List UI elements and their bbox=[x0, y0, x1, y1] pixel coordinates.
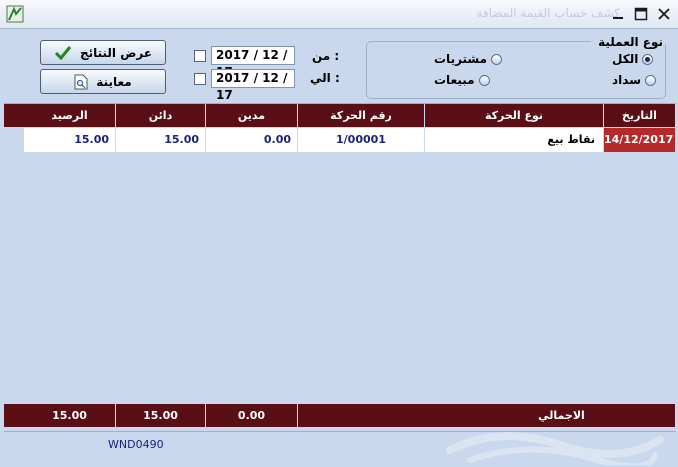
totals-row-lead bbox=[4, 404, 24, 427]
preview-button[interactable]: معاينة bbox=[40, 69, 166, 94]
header-row-lead bbox=[4, 104, 24, 127]
radio-purchases[interactable]: مشتريات bbox=[434, 52, 503, 66]
column-header-credit[interactable]: دائن bbox=[116, 104, 206, 127]
window-code: WND0490 bbox=[108, 438, 164, 451]
close-icon bbox=[658, 8, 670, 20]
radio-sales-label: مبيعات bbox=[434, 73, 475, 87]
from-date-checkbox[interactable] bbox=[194, 50, 206, 62]
radio-payment[interactable]: سداد bbox=[612, 73, 657, 87]
to-label: الي : bbox=[310, 71, 340, 85]
document-preview-icon bbox=[74, 74, 88, 89]
radio-all[interactable]: الكل bbox=[612, 52, 654, 66]
watermark-logo-icon bbox=[446, 432, 664, 465]
minimize-button[interactable] bbox=[610, 6, 626, 22]
radio-purchases-indicator bbox=[491, 53, 503, 65]
close-button[interactable] bbox=[656, 6, 672, 22]
window-title: كشف حساب القيمة المضافة bbox=[476, 6, 620, 20]
column-header-type[interactable]: نوع الحركة bbox=[425, 104, 604, 127]
total-debit: 0.00 bbox=[206, 404, 298, 427]
app-logo-icon bbox=[6, 5, 24, 23]
minimize-icon bbox=[613, 17, 623, 19]
total-balance: 15.00 bbox=[24, 404, 116, 427]
column-header-number[interactable]: رقم الحركة bbox=[298, 104, 425, 127]
preview-label: معاينة bbox=[96, 74, 132, 89]
from-label: من : bbox=[312, 49, 340, 63]
total-credit: 15.00 bbox=[116, 404, 206, 427]
window: كشف حساب القيمة المضافة نوع العملية الكل… bbox=[0, 0, 678, 467]
checkmark-icon bbox=[54, 45, 72, 60]
radio-purchases-label: مشتريات bbox=[434, 52, 488, 66]
show-results-label: عرض النتائج bbox=[79, 45, 153, 60]
column-header-date[interactable]: التاريخ bbox=[604, 104, 676, 127]
cell-debit: 0.00 bbox=[206, 128, 298, 152]
operation-type-group bbox=[366, 41, 666, 99]
to-date-checkbox[interactable] bbox=[194, 73, 206, 85]
cell-balance: 15.00 bbox=[24, 128, 116, 152]
maximize-button[interactable] bbox=[633, 6, 649, 22]
from-date-field[interactable]: 2017 / 12 / 17 bbox=[211, 46, 295, 79]
radio-all-label: الكل bbox=[612, 52, 639, 66]
operation-type-label: نوع العملية bbox=[591, 35, 665, 49]
radio-payment-indicator bbox=[645, 74, 657, 86]
maximize-icon bbox=[634, 7, 648, 21]
title-bar: كشف حساب القيمة المضافة bbox=[0, 0, 678, 29]
to-date-field[interactable]: 2017 / 12 / 17 bbox=[211, 69, 295, 102]
radio-sales-indicator bbox=[478, 74, 490, 86]
radio-all-indicator bbox=[642, 53, 654, 65]
show-results-button[interactable]: عرض النتائج bbox=[40, 40, 166, 65]
radio-payment-label: سداد bbox=[612, 73, 642, 87]
cell-type: نقاط بيع bbox=[425, 128, 604, 152]
radio-sales[interactable]: مبيعات bbox=[434, 73, 490, 87]
column-header-debit[interactable]: مدين bbox=[206, 104, 298, 127]
cell-number: 1/00001 bbox=[298, 128, 425, 152]
cell-date: 14/12/2017 bbox=[604, 128, 676, 152]
column-header-balance[interactable]: الرصيد bbox=[24, 104, 116, 127]
cell-credit: 15.00 bbox=[116, 128, 206, 152]
